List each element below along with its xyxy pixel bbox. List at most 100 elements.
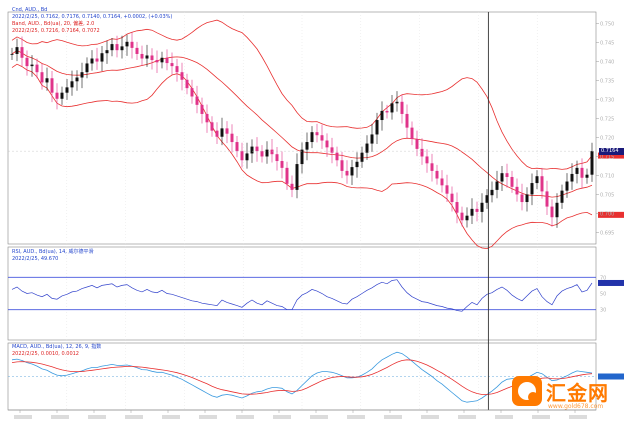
candle-body [325, 140, 329, 148]
rsi-axis-label: 30 [600, 308, 606, 314]
candle-body [385, 110, 389, 113]
candle-body [335, 152, 339, 161]
candle-body [215, 130, 219, 137]
candle-body [505, 173, 509, 177]
rsi-axis-label: 50 [600, 292, 606, 298]
candle-body [55, 92, 59, 99]
symbol-title: Cnd, AUD., Bd [12, 7, 48, 13]
rsi-values: 2022/2/25, 49.670 [12, 256, 59, 262]
candle-body [260, 151, 264, 157]
candle-body [390, 103, 394, 113]
candle-body [200, 104, 204, 114]
candle-body [540, 176, 544, 192]
candle-body [415, 139, 419, 149]
candle-body [230, 133, 234, 143]
candle-body [545, 191, 549, 207]
candle-body [300, 149, 304, 165]
candle-body [275, 154, 279, 162]
macd-readout: MACD, AUD., Bd(ua), 12, 26, 9, 指数 [12, 344, 102, 350]
candle-body [100, 53, 104, 62]
main-header: Cnd, AUD., Bd 2022/2/25, 0.7162, 0.7176,… [12, 7, 172, 35]
candle-body [410, 127, 414, 140]
price-axis-label: 0.745 [600, 41, 614, 47]
candle-body [340, 160, 344, 171]
candle-body [75, 77, 79, 82]
candle-body [295, 164, 299, 190]
time-axis-label [273, 415, 291, 419]
candle-body [550, 206, 554, 218]
candle-body [105, 50, 109, 54]
candle-body [290, 183, 294, 190]
time-axis-label [458, 415, 476, 419]
candle-body [535, 176, 539, 184]
candle-body [185, 79, 189, 89]
time-axis-label [384, 415, 402, 419]
watermark-url: www.gold678.com [548, 403, 604, 410]
candle-body [460, 212, 464, 221]
candle-body [110, 44, 114, 51]
candle-body [25, 57, 29, 67]
candle-body [515, 186, 519, 195]
time-axis-label [310, 415, 328, 419]
rsi-header: RSI, AUD., Bd(ua), 14, 威尔德平滑 2022/2/25, … [12, 249, 93, 263]
macd-values: 2022/2/25, 0.0010, 0.0012 [12, 351, 79, 357]
candle-body [330, 147, 334, 153]
candle-body [150, 55, 154, 61]
candle-body [235, 142, 239, 152]
candle-body [315, 132, 319, 136]
candle-body [250, 146, 254, 154]
chart-window: 0.695 0.700 0.705 0.710 0.715 0.720 0.725 0.730… [0, 0, 632, 433]
price-axis-label: 0.750 [600, 22, 614, 28]
price-axis-label: 0.700 [600, 211, 614, 217]
candle-body [580, 167, 584, 178]
candle-body [90, 58, 94, 64]
candle-body [305, 142, 309, 150]
candle-body [585, 174, 589, 178]
candle-body [135, 47, 139, 54]
candle-body [420, 148, 424, 157]
chart-canvas[interactable]: 0.695 0.700 0.705 0.710 0.715 0.720 0.725 0.730… [0, 0, 632, 433]
time-axis-label [162, 415, 180, 419]
candle-body [70, 81, 74, 88]
candle-body [120, 46, 124, 51]
candle-body [280, 161, 284, 168]
price-axis-label: 0.720 [600, 135, 614, 141]
candle-body [590, 151, 594, 175]
candle-body [450, 193, 454, 203]
price-axis-label: 0.730 [600, 98, 614, 104]
candle-body [160, 57, 164, 63]
price-axis-label: 0.735 [600, 79, 614, 85]
candle-body [370, 134, 374, 144]
candle-body [400, 101, 404, 114]
candle-body [560, 190, 564, 203]
candle-body [60, 92, 64, 99]
price-axis-label: 0.740 [600, 60, 614, 66]
candle-body [225, 128, 229, 134]
macd-header: MACD, AUD., Bd(ua), 12, 26, 9, 指数 2022/2… [12, 344, 101, 358]
time-axis-label [569, 415, 587, 419]
macd-signal-line [11, 359, 593, 395]
candle-body [320, 135, 324, 141]
time-axis-label [125, 415, 143, 419]
rsi-readout: RSI, AUD., Bd(ua), 14, 威尔德平滑 [12, 249, 94, 255]
candle-body [240, 151, 244, 161]
candle-body [525, 194, 529, 203]
last-price-label: 0.7164 [601, 147, 619, 154]
candle-body [430, 163, 434, 171]
candle-body [205, 113, 209, 123]
candle-body [360, 152, 364, 162]
price-axis-label: 0.705 [600, 192, 614, 198]
candle-body [470, 208, 474, 216]
time-axis-label [495, 415, 513, 419]
candle-body [195, 96, 199, 105]
candle-body [380, 110, 384, 121]
candle-body [490, 189, 494, 196]
candle-body [465, 215, 469, 221]
candle-body [190, 88, 194, 97]
candle-body [45, 78, 49, 83]
watermark: 汇金网 www.gold678.com [512, 376, 620, 412]
time-axis-label [199, 415, 217, 419]
candle-body [495, 181, 499, 190]
candle-body [155, 60, 159, 63]
price-axis-label: 0.715 [600, 154, 614, 160]
